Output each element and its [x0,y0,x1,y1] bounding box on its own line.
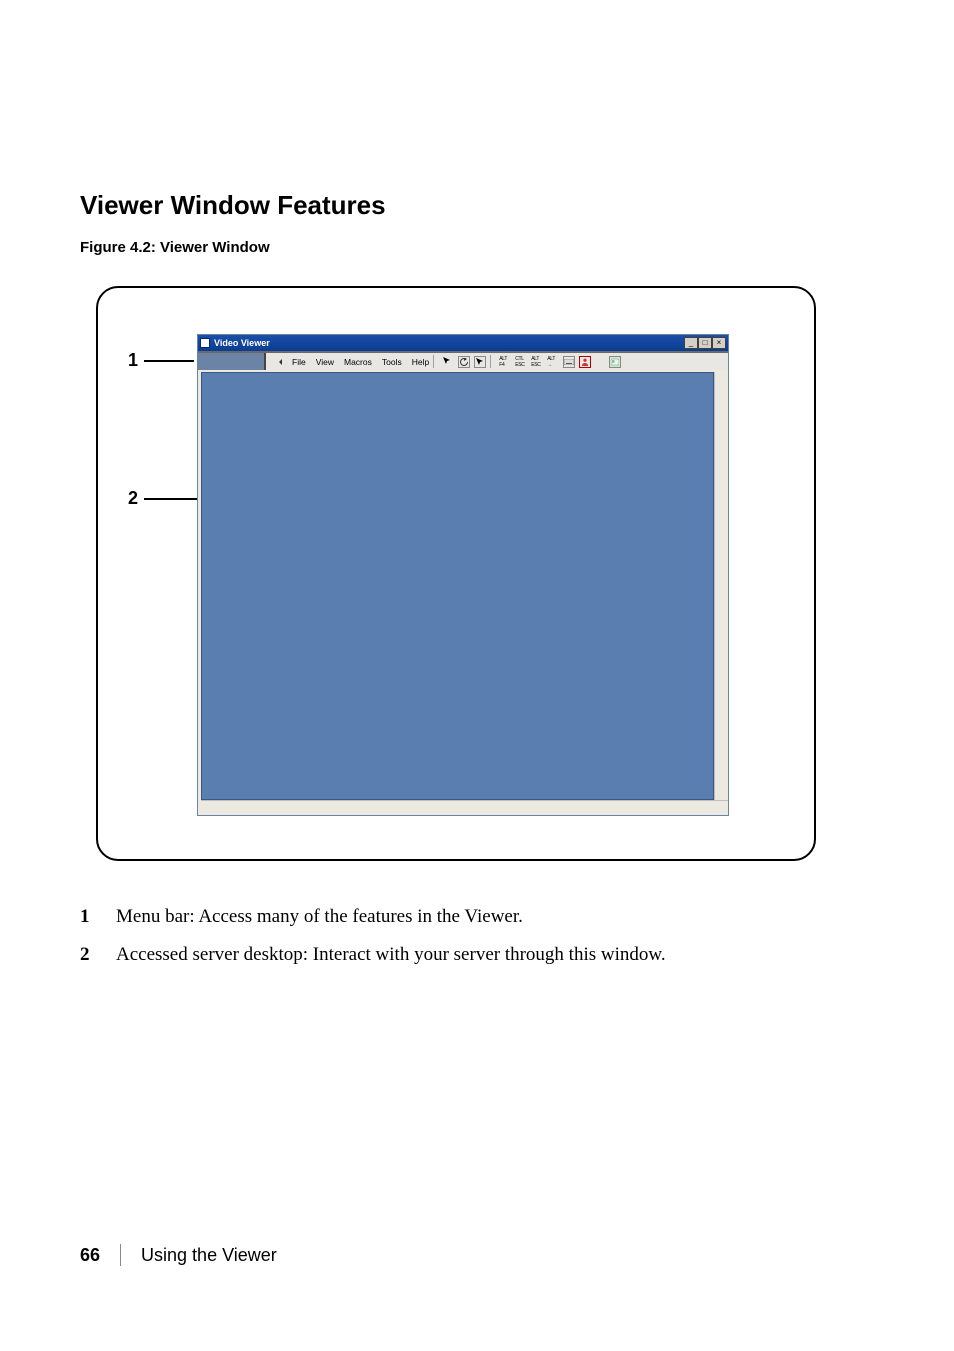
page-number: 66 [80,1245,100,1266]
alt-tab-icon[interactable]: ALT → [547,356,559,368]
keyboard-icon[interactable] [563,356,575,368]
menu-file[interactable]: File [292,357,306,367]
viewer-window: Video Viewer _ □ × File View Macros Tool… [198,335,728,815]
legend-text-1: Menu bar: Access many of the features in… [116,901,523,933]
menu-separator-1 [433,355,434,368]
menu-view[interactable]: View [316,357,334,367]
toolbar-group-1 [438,356,486,368]
footer-section: Using the Viewer [141,1245,277,1266]
callout-2: 2 [128,488,138,509]
alt-esc-icon[interactable]: ALT ESC [531,356,543,368]
menu-bar: File View Macros Tools Help [198,351,728,370]
window-title: Video Viewer [214,338,270,348]
minimize-button[interactable]: _ [684,337,698,349]
horizontal-scrollbar[interactable] [201,800,728,815]
callout-1-leader [144,360,194,362]
toolbar-group-2: ALT F4 CTL ESC ALT ESC ALT → [495,356,591,368]
maximize-button[interactable]: □ [698,337,712,349]
app-icon [200,338,210,348]
identity-icon[interactable] [609,356,621,368]
alt-f4-icon[interactable]: ALT F4 [499,356,511,368]
cursor-align-icon[interactable] [442,356,454,368]
callout-1: 1 [128,350,138,371]
document-page: Viewer Window Features Figure 4.2: Viewe… [0,0,954,1351]
pin-icon[interactable] [270,356,286,368]
menubar-spacer [198,353,266,370]
page-footer: 66 Using the Viewer [80,1244,277,1266]
figure-box: 1 2 Video Viewer _ □ × [96,286,816,861]
vertical-scrollbar[interactable] [714,372,728,800]
content-area [198,370,728,815]
server-desktop[interactable] [201,372,714,800]
ctrl-esc-icon[interactable]: CTL ESC [515,356,527,368]
menu-help[interactable]: Help [412,357,429,367]
single-cursor-icon[interactable] [474,356,486,368]
menu-separator-2 [490,355,491,368]
legend-row-1: 1 Menu bar: Access many of the features … [80,901,874,933]
window-controls: _ □ × [684,337,726,349]
menu-items: File View Macros Tools Help [290,357,429,367]
legend-text-2: Accessed server desktop: Interact with y… [116,939,666,971]
section-heading: Viewer Window Features [80,190,874,221]
toolbar-group-3 [605,356,621,368]
legend-num-1: 1 [80,901,98,933]
titlebar[interactable]: Video Viewer _ □ × [198,335,728,351]
footer-separator [120,1244,121,1266]
figure-legend: 1 Menu bar: Access many of the features … [80,901,874,972]
titlebar-left: Video Viewer [200,338,270,348]
legend-row-2: 2 Accessed server desktop: Interact with… [80,939,874,971]
legend-num-2: 2 [80,939,98,971]
menu-macros[interactable]: Macros [344,357,372,367]
refresh-icon[interactable] [458,356,470,368]
person-icon[interactable] [579,356,591,368]
figure-caption: Figure 4.2: Viewer Window [80,239,874,256]
menu-tools[interactable]: Tools [382,357,402,367]
close-button[interactable]: × [712,337,726,349]
